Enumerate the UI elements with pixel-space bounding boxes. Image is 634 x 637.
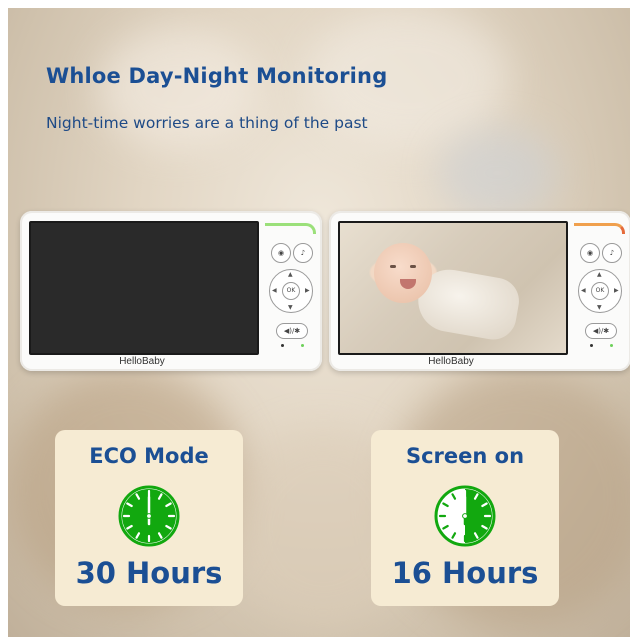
status-dot — [610, 344, 613, 347]
eco-mode-card: ECO Mode 30 Hours — [55, 430, 243, 606]
clock-center — [462, 513, 468, 519]
status-dot — [301, 344, 304, 347]
subtitle: Night-time worries are a thing of the pa… — [46, 114, 368, 132]
volume-button[interactable]: ◀)/✱ — [585, 323, 617, 339]
up-arrow-icon: ▲ — [288, 271, 293, 278]
baby-eye — [390, 265, 396, 268]
power-dot — [281, 344, 284, 347]
power-dot — [590, 344, 593, 347]
brand-label: HelloBaby — [428, 356, 474, 367]
screen-on-card: Screen on 16 Hours — [371, 430, 559, 606]
right-arrow-icon: ▶ — [305, 287, 310, 294]
left-arrow-icon: ◀ — [581, 287, 586, 294]
down-arrow-icon: ▼ — [288, 304, 293, 311]
baby-monitor-screen-off: ◉ ♪ ▲ ▼ ◀ ▶ OK ◀)/✱ HelloBaby — [20, 211, 322, 371]
baby-monitor-screen-on: ◉ ♪ ▲ ▼ ◀ ▶ OK ◀)/✱ HelloBaby — [329, 211, 630, 371]
baby-eye — [410, 265, 416, 268]
page-title: Whloe Day-Night Monitoring — [46, 64, 388, 88]
mic-button[interactable]: ♪ — [602, 243, 622, 263]
baby-head — [374, 243, 432, 303]
camera-switch-button[interactable]: ◉ — [580, 243, 600, 263]
up-arrow-icon: ▲ — [597, 271, 602, 278]
hero-banner: Whloe Day-Night Monitoring Night-time wo… — [8, 8, 630, 637]
card-value: 30 Hours — [75, 556, 223, 590]
ok-button[interactable]: OK — [591, 282, 609, 300]
right-arrow-icon: ▶ — [614, 287, 619, 294]
dpad[interactable]: ▲ ▼ ◀ ▶ OK — [578, 269, 622, 313]
left-arrow-icon: ◀ — [272, 287, 277, 294]
mic-button[interactable]: ♪ — [293, 243, 313, 263]
volume-button[interactable]: ◀)/✱ — [276, 323, 308, 339]
dpad[interactable]: ▲ ▼ ◀ ▶ OK — [269, 269, 313, 313]
card-value: 16 Hours — [391, 556, 539, 590]
status-led-icon — [574, 223, 625, 234]
bg-blur — [438, 128, 558, 218]
camera-switch-button[interactable]: ◉ — [271, 243, 291, 263]
ok-button[interactable]: OK — [282, 282, 300, 300]
status-led-icon — [265, 223, 316, 234]
clock-half-icon — [434, 485, 496, 547]
monitor-screen — [29, 221, 259, 355]
card-title: ECO Mode — [89, 444, 209, 468]
clock-full-icon — [118, 485, 180, 547]
clock-center — [146, 513, 152, 519]
card-title: Screen on — [405, 444, 525, 468]
down-arrow-icon: ▼ — [597, 304, 602, 311]
monitor-screen-baby-photo — [338, 221, 568, 355]
brand-label: HelloBaby — [119, 356, 165, 367]
